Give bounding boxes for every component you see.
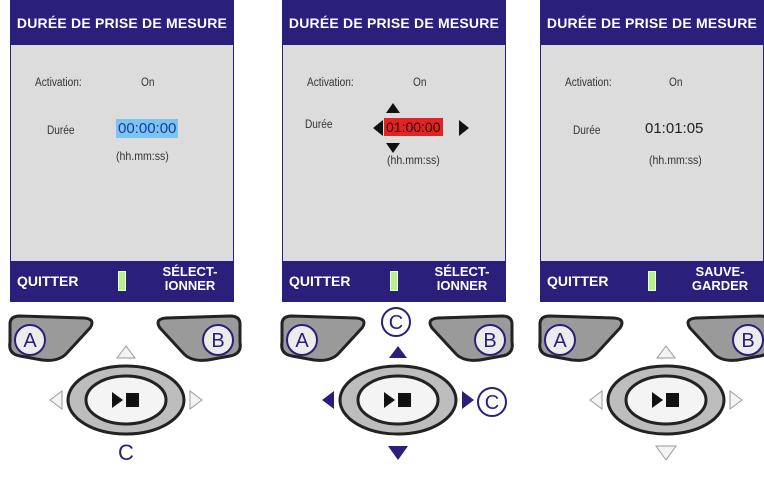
softkey-quit[interactable]: QUITTER xyxy=(547,273,608,289)
button-b-label: B xyxy=(483,330,496,352)
duration-label: Durée xyxy=(47,125,75,137)
softkey-bar: QUITTER SAUVE- GARDER xyxy=(541,261,763,301)
stop-icon xyxy=(398,393,411,407)
softkey-select[interactable]: SÉLECT- IONNER xyxy=(155,265,225,293)
softkey-select-line1: SÉLECT- xyxy=(434,264,490,279)
activation-label: Activation: xyxy=(307,77,354,89)
key-label-c-right: C xyxy=(485,392,499,414)
activation-value: On xyxy=(413,77,427,89)
softkey-quit[interactable]: QUITTER xyxy=(289,273,350,289)
duration-label: Durée xyxy=(305,119,333,131)
stop-icon xyxy=(126,393,139,407)
arrow-left-icon[interactable] xyxy=(589,390,603,410)
arrow-right-icon[interactable] xyxy=(462,391,474,409)
screen-title: DURÉE DE PRISE DE MESURE xyxy=(283,1,505,45)
battery-icon xyxy=(118,271,126,291)
previous-field-arrow-icon[interactable] xyxy=(373,120,383,136)
button-a-label: A xyxy=(295,330,309,352)
key-c-right-badge: C xyxy=(477,387,507,417)
duration-field[interactable]: 01:01:05 xyxy=(645,120,703,137)
arrow-down-icon[interactable] xyxy=(388,446,408,460)
screen-title: DURÉE DE PRISE DE MESURE xyxy=(11,1,233,45)
battery-icon xyxy=(648,271,656,291)
increment-arrow-icon[interactable] xyxy=(386,103,400,113)
device-screen: DURÉE DE PRISE DE MESURE Activation: On … xyxy=(540,0,764,302)
arrow-up-icon[interactable] xyxy=(656,345,676,359)
panel-3: DURÉE DE PRISE DE MESURE Activation: On … xyxy=(538,0,764,488)
softkey-bar: QUITTER SÉLECT- IONNER xyxy=(11,261,233,301)
next-field-arrow-icon[interactable] xyxy=(459,120,469,136)
activation-value: On xyxy=(141,77,155,89)
softkey-quit[interactable]: QUITTER xyxy=(17,273,78,289)
softkey-select-line2: IONNER xyxy=(164,278,216,293)
panel-1: DURÉE DE PRISE DE MESURE Activation: On … xyxy=(8,0,242,488)
stop-icon xyxy=(666,393,679,407)
arrow-right-icon[interactable] xyxy=(189,390,203,410)
panel-2: DURÉE DE PRISE DE MESURE Activation: On … xyxy=(280,0,514,488)
activation-value: On xyxy=(669,77,683,89)
button-a-label: A xyxy=(553,330,567,352)
key-c-top-badge: C xyxy=(381,307,411,337)
duration-format-hint: (hh.mm:ss) xyxy=(649,153,702,167)
arrow-up-icon[interactable] xyxy=(116,345,136,359)
navigation-pad[interactable] xyxy=(318,342,478,462)
device-screen: DURÉE DE PRISE DE MESURE Activation: On … xyxy=(10,0,234,302)
duration-format-hint: (hh.mm:ss) xyxy=(387,153,440,167)
key-label-c-top: C xyxy=(389,312,403,334)
device-screen: DURÉE DE PRISE DE MESURE Activation: On … xyxy=(282,0,506,302)
softkey-select-line1: SÉLECT- xyxy=(162,264,218,279)
button-b-label: B xyxy=(211,330,224,352)
arrow-down-icon[interactable] xyxy=(655,445,677,461)
arrow-left-icon[interactable] xyxy=(49,390,63,410)
arrow-up-icon[interactable] xyxy=(389,346,407,358)
key-label-c: C xyxy=(118,440,134,465)
duration-label: Durée xyxy=(573,125,601,137)
softkey-save[interactable]: SAUVE- GARDER xyxy=(685,265,755,293)
softkey-bar: QUITTER SÉLECT- IONNER xyxy=(283,261,505,301)
activation-label: Activation: xyxy=(35,77,82,89)
softkey-save-line1: SAUVE- xyxy=(695,264,745,279)
duration-format-hint: (hh.mm:ss) xyxy=(116,149,169,163)
screen-title: DURÉE DE PRISE DE MESURE xyxy=(541,1,763,45)
duration-field[interactable]: 00:00:00 xyxy=(116,119,179,138)
arrow-right-icon[interactable] xyxy=(729,390,743,410)
button-a-label: A xyxy=(23,330,37,352)
activation-label: Activation: xyxy=(565,77,612,89)
softkey-select[interactable]: SÉLECT- IONNER xyxy=(427,265,497,293)
softkey-select-line2: IONNER xyxy=(436,278,488,293)
arrow-left-icon[interactable] xyxy=(322,391,334,409)
navigation-pad[interactable] xyxy=(586,342,746,462)
softkey-save-line2: GARDER xyxy=(691,278,749,293)
battery-icon xyxy=(390,271,398,291)
duration-field[interactable]: 01:00:00 xyxy=(384,118,443,136)
decrement-arrow-icon[interactable] xyxy=(386,143,400,153)
